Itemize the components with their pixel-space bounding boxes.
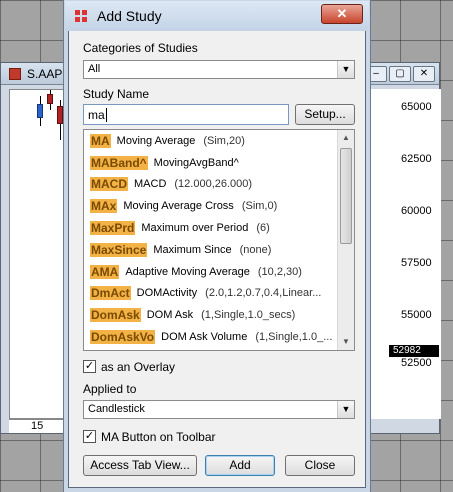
- applied-to-select[interactable]: Candlestick ▼: [83, 400, 355, 419]
- categories-label: Categories of Studies: [83, 41, 198, 55]
- study-parameters: (6): [256, 222, 270, 235]
- study-name-value: ma: [88, 108, 105, 122]
- close-icon[interactable]: ✕: [321, 4, 363, 24]
- app-icon: [9, 68, 21, 80]
- study-description: DOM Ask Volume: [161, 331, 248, 344]
- study-abbreviation: DmAct: [90, 286, 131, 301]
- overlay-label: as an Overlay: [101, 360, 176, 374]
- close-button[interactable]: Close: [285, 455, 355, 476]
- study-description: DOM Ask: [146, 309, 194, 322]
- study-abbreviation: MACD: [90, 177, 128, 192]
- study-abbreviation: MaxSince: [90, 242, 148, 257]
- minimize-icon[interactable]: –: [365, 66, 387, 82]
- current-price-badge: 52982: [389, 345, 439, 357]
- overlay-checkbox[interactable]: ✓: [83, 360, 96, 373]
- study-list-item[interactable]: MaxSince Maximum Since (none): [84, 239, 338, 261]
- dialog-title: Add Study: [97, 8, 162, 24]
- time-label: 15: [31, 420, 44, 432]
- study-list-item[interactable]: DomAsk DOM Ask (1,Single,1.0_secs): [84, 304, 338, 326]
- ma-button-label: MA Button on Toolbar: [101, 430, 216, 444]
- study-abbreviation: DomAskVo: [90, 330, 156, 345]
- price-label: 62500: [401, 153, 432, 165]
- study-parameters: (2.0,1.2,0.7,0.4,Linear...: [205, 287, 322, 300]
- add-button[interactable]: Add: [205, 455, 275, 476]
- study-list-item[interactable]: MACD MACD (12.000,26.000): [84, 174, 338, 196]
- study-parameters: (1,Single,1.0_secs): [201, 309, 296, 322]
- study-description: MACD: [134, 178, 167, 191]
- ma-button-checkbox[interactable]: ✓: [83, 430, 96, 443]
- study-description: DOMActivity: [136, 287, 198, 300]
- study-description: Maximum over Period: [141, 222, 249, 235]
- study-parameters: (10,2,30): [257, 265, 302, 278]
- study-list-item[interactable]: OsMAOscillator - MA of Oscillator(Sim,4,…: [84, 348, 338, 350]
- chevron-down-icon[interactable]: ▼: [337, 61, 354, 78]
- study-list-item[interactable]: MABand^ MovingAvgBand^: [84, 152, 338, 174]
- study-list[interactable]: MA Moving Average (Sim,20) MABand^ MovingAvg…: [83, 129, 355, 351]
- study-abbreviation: MaxPrd: [90, 221, 136, 236]
- study-list-item[interactable]: MA Moving Average (Sim,20): [84, 130, 338, 152]
- study-description: MovingAvgBand^: [153, 156, 239, 169]
- categories-select[interactable]: All ▼: [83, 60, 355, 79]
- dialog-titlebar[interactable]: Add Study ✕: [65, 1, 369, 31]
- study-description: Maximum Since: [153, 243, 232, 256]
- study-parameters: (12.000,26.000): [174, 178, 253, 191]
- price-axis: 65000 62500 60000 57500 55000 52982 5250…: [371, 89, 441, 419]
- study-description: Moving Average: [116, 134, 196, 147]
- study-description: Adaptive Moving Average: [125, 265, 250, 278]
- price-label: 52500: [401, 357, 432, 369]
- close-icon[interactable]: ✕: [413, 66, 435, 82]
- study-abbreviation: MABand^: [90, 155, 148, 170]
- candle: [37, 104, 43, 118]
- scroll-thumb[interactable]: [340, 148, 352, 244]
- study-list-item[interactable]: DmAct DOMActivity (2.0,1.2,0.7,0.4,Linear.…: [84, 283, 338, 305]
- study-abbreviation: MA: [90, 133, 111, 148]
- add-study-dialog: Add Study ✕ Categories of Studies All ▼ …: [65, 1, 369, 488]
- access-tab-view-button[interactable]: Access Tab View...: [83, 455, 197, 476]
- chart-title: S.AAP: [27, 67, 63, 81]
- study-name-label: Study Name: [83, 87, 150, 101]
- study-abbreviation: MAx: [90, 199, 118, 214]
- setup-button[interactable]: Setup...: [295, 104, 355, 125]
- study-description: Moving Average Cross: [123, 200, 234, 213]
- applied-to-label: Applied to: [83, 382, 137, 396]
- study-parameters: (Sim,0): [241, 200, 278, 213]
- study-list-item[interactable]: MAx Moving Average Cross (Sim,0): [84, 195, 338, 217]
- chevron-down-icon[interactable]: ▼: [337, 401, 354, 418]
- study-list-item[interactable]: DomAskVo DOM Ask Volume (1,Single,1.0_...: [84, 326, 338, 348]
- study-parameters: (none): [239, 243, 272, 256]
- scroll-up-icon[interactable]: ▲: [338, 130, 354, 146]
- list-scrollbar[interactable]: ▲ ▼: [337, 130, 354, 350]
- study-icon: [75, 10, 89, 22]
- study-parameters: (1,Single,1.0_...: [255, 331, 333, 344]
- candle: [47, 94, 53, 104]
- price-label: 57500: [401, 257, 432, 269]
- study-list-item[interactable]: MaxPrd Maximum over Period (6): [84, 217, 338, 239]
- price-label: 55000: [401, 309, 432, 321]
- study-abbreviation: DomAsk: [90, 308, 141, 323]
- maximize-icon[interactable]: ▢: [389, 66, 411, 82]
- study-parameters: (Sim,20): [203, 134, 245, 147]
- applied-to-value: Candlestick: [88, 403, 145, 415]
- scroll-down-icon[interactable]: ▼: [338, 334, 354, 350]
- candle: [57, 106, 63, 124]
- study-name-input[interactable]: ma: [83, 104, 289, 125]
- price-label: 65000: [401, 101, 432, 113]
- study-list-item[interactable]: AMA Adaptive Moving Average (10,2,30): [84, 261, 338, 283]
- study-abbreviation: AMA: [90, 264, 120, 279]
- categories-value: All: [88, 63, 101, 75]
- price-label: 60000: [401, 205, 432, 217]
